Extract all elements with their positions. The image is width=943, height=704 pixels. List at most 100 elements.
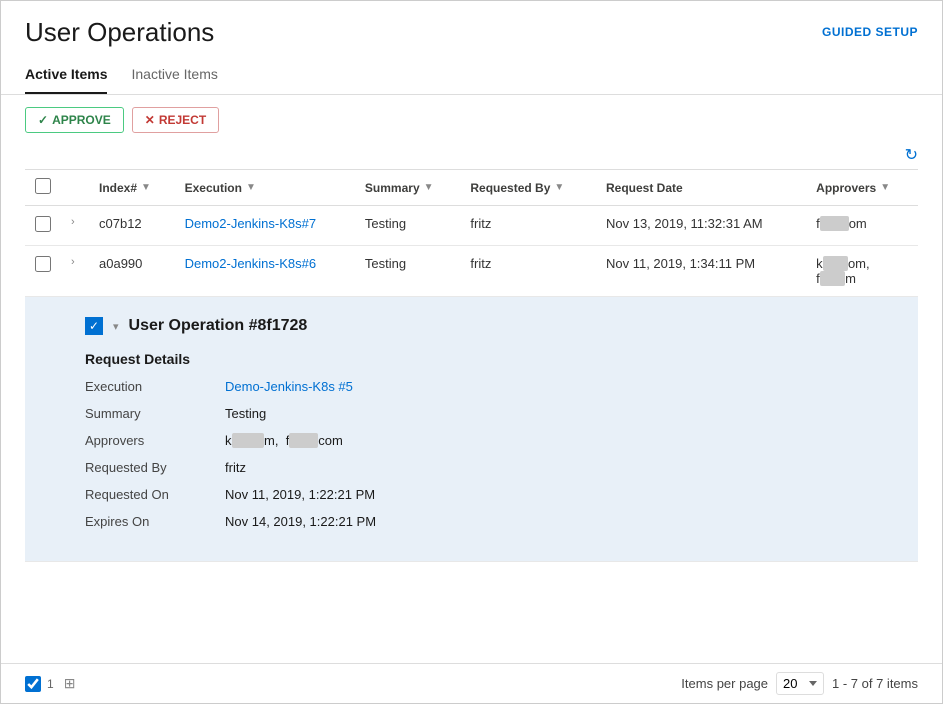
col-label-approvers: Approvers xyxy=(816,181,876,195)
col-header-execution[interactable]: Execution ▼ xyxy=(175,170,355,206)
col-header-approvers[interactable]: Approvers ▼ xyxy=(806,170,918,206)
toolbar: ✓ APPROVE ✕ REJECT xyxy=(1,95,942,145)
row1-execution-link[interactable]: Demo2-Jenkins-K8s#7 xyxy=(185,216,317,231)
col-header-index[interactable]: Index# ▼ xyxy=(89,170,175,206)
reject-label: REJECT xyxy=(159,113,206,127)
row2-request-date: Nov 11, 2019, 1:34:11 PM xyxy=(596,246,806,297)
row2-expand[interactable]: › xyxy=(61,246,89,297)
col-label-requested-by: Requested By xyxy=(470,181,550,195)
row1-checkbox[interactable] xyxy=(35,216,51,232)
row2-summary: Testing xyxy=(355,246,460,297)
pagination-info: 1 - 7 of 7 items xyxy=(832,676,918,691)
row2-approver1-end: om, xyxy=(848,256,870,271)
detail-label-approvers: Approvers xyxy=(85,433,225,448)
row2-checkbox[interactable] xyxy=(35,256,51,272)
row1-approver-blurred xyxy=(820,216,849,231)
detail-approvers: Approvers k m, f com xyxy=(85,433,888,448)
footer: 1 ⊞ Items per page 10 20 50 100 1 - 7 of… xyxy=(1,663,942,703)
expanded-row: ✓ ▾ User Operation #8f1728 Request Detai… xyxy=(25,297,918,562)
tab-bar: Active Items Inactive Items xyxy=(1,56,942,95)
col-header-request-date[interactable]: Request Date xyxy=(596,170,806,206)
detail-label-summary: Summary xyxy=(85,406,225,421)
sort-icon-index: ▼ xyxy=(141,182,151,193)
expanded-cell: ✓ ▾ User Operation #8f1728 Request Detai… xyxy=(25,297,918,562)
footer-selected-count: 1 xyxy=(25,676,54,692)
detail-requested-by: Requested By fritz xyxy=(85,460,888,475)
footer-left: 1 ⊞ xyxy=(25,675,75,692)
execution-link[interactable]: Demo-Jenkins-K8s #5 xyxy=(225,379,353,394)
footer-right: Items per page 10 20 50 100 1 - 7 of 7 i… xyxy=(681,672,918,695)
footer-checkbox[interactable] xyxy=(25,676,41,692)
detail-value-approvers: k m, f com xyxy=(225,433,343,448)
select-all-checkbox[interactable] xyxy=(35,178,51,194)
reject-x-icon: ✕ xyxy=(145,113,155,127)
row1-approvers: f om xyxy=(806,206,918,246)
footer-count: 1 xyxy=(47,677,54,691)
row2-approver2-end: m xyxy=(845,271,856,286)
row1-index: c07b12 xyxy=(89,206,175,246)
tab-active-items[interactable]: Active Items xyxy=(25,56,107,94)
guided-setup-link[interactable]: GUIDED SETUP xyxy=(822,25,918,39)
row2-execution-link[interactable]: Demo2-Jenkins-K8s#6 xyxy=(185,256,317,271)
page-size-select[interactable]: 10 20 50 100 xyxy=(776,672,824,695)
detail-value-summary: Testing xyxy=(225,406,266,421)
operations-table: Index# ▼ Execution ▼ Summary ▼ xyxy=(25,169,918,562)
row2-index: a0a990 xyxy=(89,246,175,297)
row2-approvers: k om, f m xyxy=(806,246,918,297)
expanded-header: ✓ ▾ User Operation #8f1728 xyxy=(85,317,888,335)
row1-checkbox-cell xyxy=(25,206,61,246)
expanded-content: ✓ ▾ User Operation #8f1728 Request Detai… xyxy=(25,297,918,561)
approver1-start: k xyxy=(225,433,232,448)
col-label-execution: Execution xyxy=(185,181,242,195)
row2-requested-by: fritz xyxy=(460,246,596,297)
row2-approver1-start: k xyxy=(816,256,823,271)
row1-request-date: Nov 13, 2019, 11:32:31 AM xyxy=(596,206,806,246)
approver2-blurred xyxy=(289,433,318,448)
row1-execution: Demo2-Jenkins-K8s#7 xyxy=(175,206,355,246)
approver2-end: com xyxy=(318,433,343,448)
reject-button[interactable]: ✕ REJECT xyxy=(132,107,219,133)
approve-button[interactable]: ✓ APPROVE xyxy=(25,107,124,133)
col-header-requested-by[interactable]: Requested By ▼ xyxy=(460,170,596,206)
request-details-title: Request Details xyxy=(85,351,888,367)
row1-approver-end: om xyxy=(849,216,867,231)
collapse-icon[interactable]: ▾ xyxy=(113,320,119,333)
row1-requested-by: fritz xyxy=(460,206,596,246)
approve-label: APPROVE xyxy=(52,113,111,127)
detail-label-execution: Execution xyxy=(85,379,225,394)
detail-label-requested-by: Requested By xyxy=(85,460,225,475)
detail-value-execution: Demo-Jenkins-K8s #5 xyxy=(225,379,353,394)
sort-icon-requested-by: ▼ xyxy=(554,182,564,193)
detail-execution: Execution Demo-Jenkins-K8s #5 xyxy=(85,379,888,394)
detail-label-expires-on: Expires On xyxy=(85,514,225,529)
tab-inactive-items[interactable]: Inactive Items xyxy=(131,56,217,94)
expand-header xyxy=(61,170,89,206)
row2-execution: Demo2-Jenkins-K8s#6 xyxy=(175,246,355,297)
row1-expand[interactable]: › xyxy=(61,206,89,246)
detail-summary: Summary Testing xyxy=(85,406,888,421)
table-row: › a0a990 Demo2-Jenkins-K8s#6 Testing fri… xyxy=(25,246,918,297)
detail-label-requested-on: Requested On xyxy=(85,487,225,502)
refresh-icon[interactable]: ↻ xyxy=(905,145,918,165)
detail-requested-on: Requested On Nov 11, 2019, 1:22:21 PM xyxy=(85,487,888,502)
sort-icon-execution: ▼ xyxy=(246,182,256,193)
row2-approver1-blurred xyxy=(823,256,848,271)
col-label-summary: Summary xyxy=(365,181,420,195)
footer-columns-icon[interactable]: ⊞ xyxy=(64,675,76,692)
table-row: › c07b12 Demo2-Jenkins-K8s#7 Testing fri… xyxy=(25,206,918,246)
detail-value-requested-on: Nov 11, 2019, 1:22:21 PM xyxy=(225,487,375,502)
page-title: User Operations xyxy=(25,17,214,48)
row1-summary: Testing xyxy=(355,206,460,246)
row2-checkbox-cell xyxy=(25,246,61,297)
select-all-header xyxy=(25,170,61,206)
col-header-summary[interactable]: Summary ▼ xyxy=(355,170,460,206)
items-per-page-label: Items per page xyxy=(681,676,768,691)
sort-icon-approvers: ▼ xyxy=(880,182,890,193)
expanded-checkbox[interactable]: ✓ xyxy=(85,317,103,335)
sort-icon-summary: ▼ xyxy=(424,182,434,193)
row2-approver2-blurred xyxy=(820,271,845,286)
approver1-end: m, xyxy=(264,433,278,448)
table-container: Index# ▼ Execution ▼ Summary ▼ xyxy=(1,169,942,663)
detail-value-requested-by: fritz xyxy=(225,460,246,475)
col-label-index: Index# xyxy=(99,181,137,195)
